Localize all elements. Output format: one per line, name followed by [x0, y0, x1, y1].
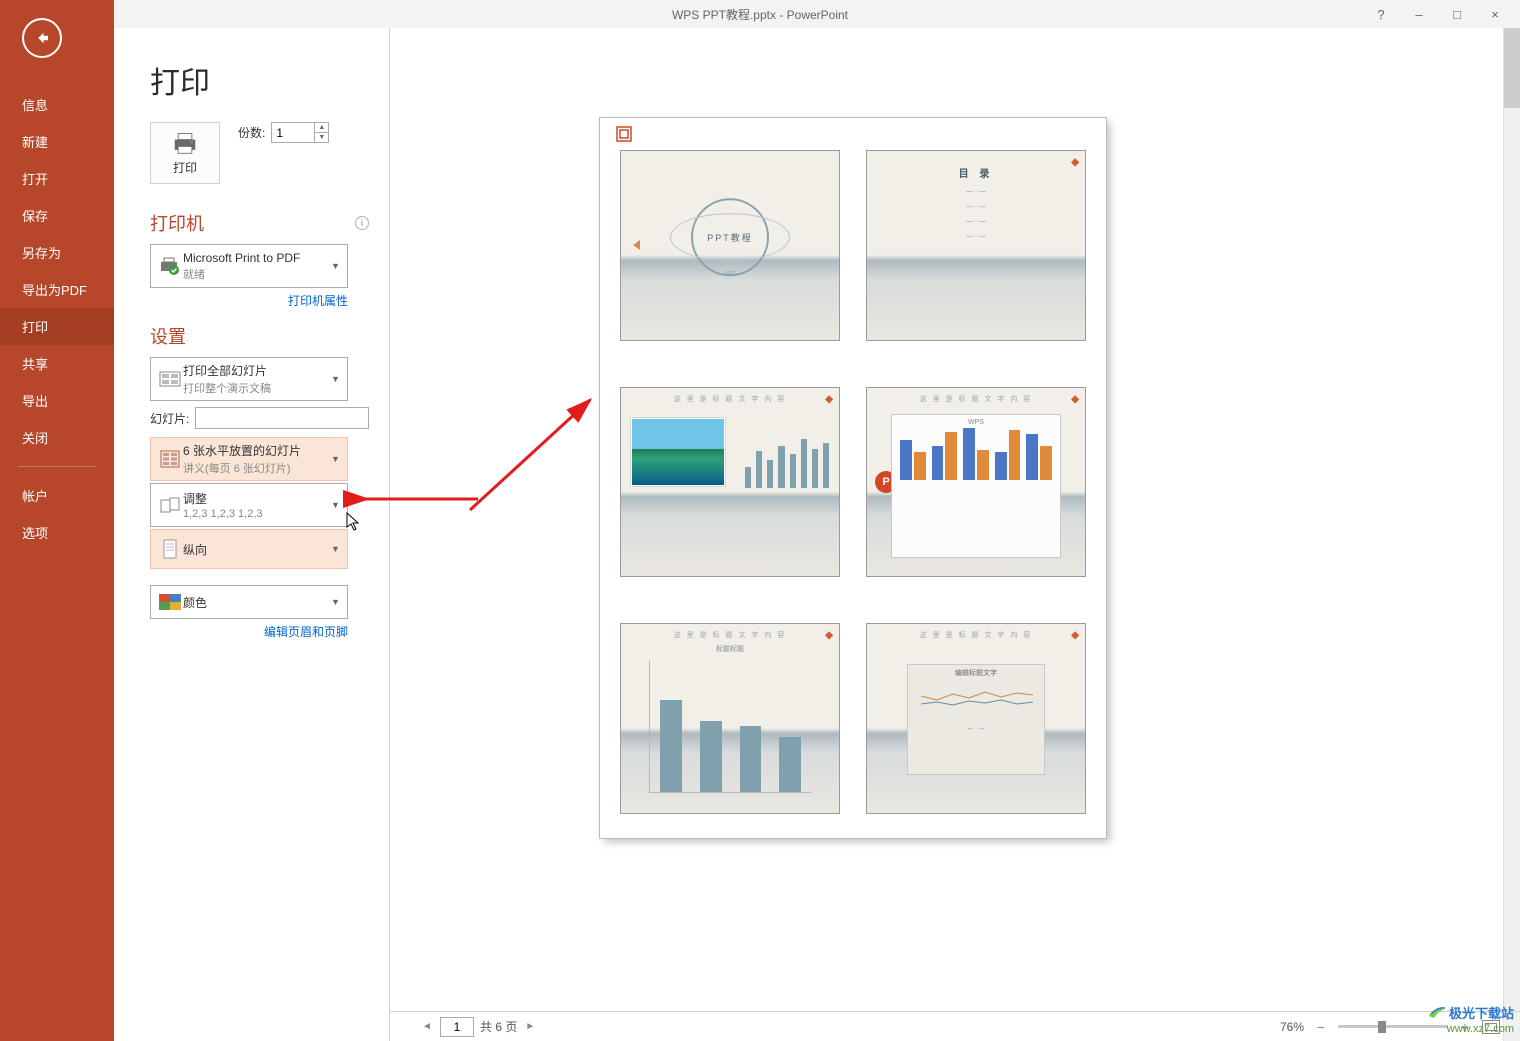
- next-page-button[interactable]: ►: [523, 1020, 537, 1034]
- printer-properties-link[interactable]: 打印机属性: [150, 292, 348, 309]
- preview-scrollbar[interactable]: [1503, 28, 1520, 1041]
- title-bar: WPS PPT教程.pptx - PowerPoint ? – □ ×: [0, 0, 1520, 28]
- header-footer-link[interactable]: 编辑页眉和页脚: [150, 623, 348, 640]
- copies-spinner[interactable]: ▲▼: [271, 122, 329, 143]
- preview-slide-2: ◆ 目 录 — · —— · —— · —— · —: [866, 150, 1086, 341]
- bs-item-saveas[interactable]: 另存为: [0, 234, 114, 271]
- slide5-bars: [649, 660, 811, 793]
- annotation-arrow-2: [358, 485, 488, 520]
- copies-input[interactable]: [272, 123, 314, 142]
- zoom-slider[interactable]: [1338, 1025, 1448, 1028]
- caret-icon: ▼: [331, 261, 341, 271]
- printer-name: Microsoft Print to PDF: [183, 251, 331, 265]
- slides-range-label: 幻灯片:: [150, 410, 189, 427]
- zoom-in-button[interactable]: +: [1458, 1019, 1472, 1035]
- color-icon: [157, 594, 183, 610]
- printer-dropdown[interactable]: Microsoft Print to PDF 就绪 ▼: [150, 244, 348, 288]
- preview-slide-1: PPT教程 PPT: [620, 150, 840, 341]
- bs-item-export[interactable]: 导出: [0, 382, 114, 419]
- preview-footer: ◄ 共 6 页 ► 76% − +: [390, 1011, 1520, 1041]
- slides-range-input[interactable]: [195, 407, 369, 429]
- slide6-lines: [908, 678, 1044, 718]
- preview-slide-6: ◆ 这 里 是 标 题 文 字 内 容 编辑标题文字 ← →: [866, 623, 1086, 814]
- slides-all-icon: [157, 369, 183, 389]
- slide4-bars: [896, 428, 1056, 480]
- printer-icon: [171, 131, 199, 155]
- page-marker-icon: [616, 126, 632, 142]
- bs-item-account[interactable]: 帐户: [0, 477, 114, 514]
- printer-status: 就绪: [183, 266, 331, 282]
- preview-slide-5: ◆ 这 里 是 标 题 文 字 内 容 标题标题: [620, 623, 840, 814]
- caret-icon: ▼: [331, 544, 341, 554]
- printer-section-header: 打印机 i: [150, 210, 369, 236]
- bs-item-open[interactable]: 打开: [0, 160, 114, 197]
- bs-item-new[interactable]: 新建: [0, 123, 114, 160]
- collate-dropdown[interactable]: 调整 1,2,3 1,2,3 1,2,3 ▼: [150, 483, 348, 527]
- color-dropdown[interactable]: 颜色 ▼: [150, 585, 348, 619]
- minimize-button[interactable]: –: [1400, 0, 1438, 28]
- copies-label: 份数:: [238, 124, 265, 141]
- backstage-sidebar: 信息 新建 打开 保存 另存为 导出为PDF 打印 共享 导出 关闭 帐户 选项: [0, 0, 114, 1041]
- copies-down[interactable]: ▼: [315, 133, 328, 142]
- settings-section-header: 设置: [150, 323, 369, 349]
- bs-item-share[interactable]: 共享: [0, 345, 114, 382]
- layout-6h-icon: [157, 449, 183, 469]
- preview-slide-3: ◆ 这 里 是 标 题 文 字 内 容: [620, 387, 840, 578]
- bs-item-exportpdf[interactable]: 导出为PDF: [0, 271, 114, 308]
- bs-item-info[interactable]: 信息: [0, 86, 114, 123]
- slide3-bars: [745, 418, 829, 488]
- caret-icon: ▼: [331, 500, 341, 510]
- divider: [18, 466, 96, 467]
- print-settings-panel: 打印 打印 份数: ▲▼ 打印机 i Microsoft Print: [114, 28, 390, 1041]
- back-arrow-icon: [33, 29, 51, 47]
- bs-item-save[interactable]: 保存: [0, 197, 114, 234]
- printer-status-icon: [157, 256, 183, 276]
- page-number-input[interactable]: [440, 1017, 474, 1037]
- copies-up[interactable]: ▲: [315, 123, 328, 133]
- preview-page: PPT教程 PPT ◆ 目 录 — · —— · —— · —— · — ◆ 这…: [600, 118, 1106, 838]
- window-title: WPS PPT教程.pptx - PowerPoint: [672, 6, 848, 23]
- info-icon[interactable]: i: [355, 216, 369, 230]
- caret-icon: ▼: [331, 374, 341, 384]
- layout-dropdown[interactable]: 6 张水平放置的幻灯片 讲义(每页 6 张幻灯片) ▼: [150, 437, 348, 481]
- bs-item-close[interactable]: 关闭: [0, 419, 114, 456]
- zoom-out-button[interactable]: −: [1314, 1019, 1328, 1035]
- preview-slide-4: ◆ 这 里 是 标 题 文 字 内 容 P WPS: [866, 387, 1086, 578]
- print-button-label: 打印: [173, 159, 197, 176]
- back-button[interactable]: [22, 18, 62, 58]
- page-title: 打印: [150, 58, 369, 102]
- close-button[interactable]: ×: [1476, 0, 1514, 28]
- zoom-level-label: 76%: [1280, 1020, 1304, 1034]
- help-button[interactable]: ?: [1362, 0, 1400, 28]
- orientation-dropdown[interactable]: 纵向 ▼: [150, 529, 348, 569]
- print-preview-pane: PPT教程 PPT ◆ 目 录 — · —— · —— · —— · — ◆ 这…: [390, 28, 1520, 1041]
- print-scope-dropdown[interactable]: 打印全部幻灯片 打印整个演示文稿 ▼: [150, 357, 348, 401]
- fit-to-window-button[interactable]: [1482, 1020, 1500, 1034]
- bs-item-options[interactable]: 选项: [0, 514, 114, 551]
- caret-icon: ▼: [331, 454, 341, 464]
- maximize-button[interactable]: □: [1438, 0, 1476, 28]
- page-total-label: 共 6 页: [480, 1018, 517, 1035]
- collate-icon: [157, 495, 183, 515]
- portrait-icon: [157, 538, 183, 560]
- prev-page-button[interactable]: ◄: [420, 1020, 434, 1034]
- print-button[interactable]: 打印: [150, 122, 220, 184]
- bs-item-print[interactable]: 打印: [0, 308, 114, 345]
- caret-icon: ▼: [331, 597, 341, 607]
